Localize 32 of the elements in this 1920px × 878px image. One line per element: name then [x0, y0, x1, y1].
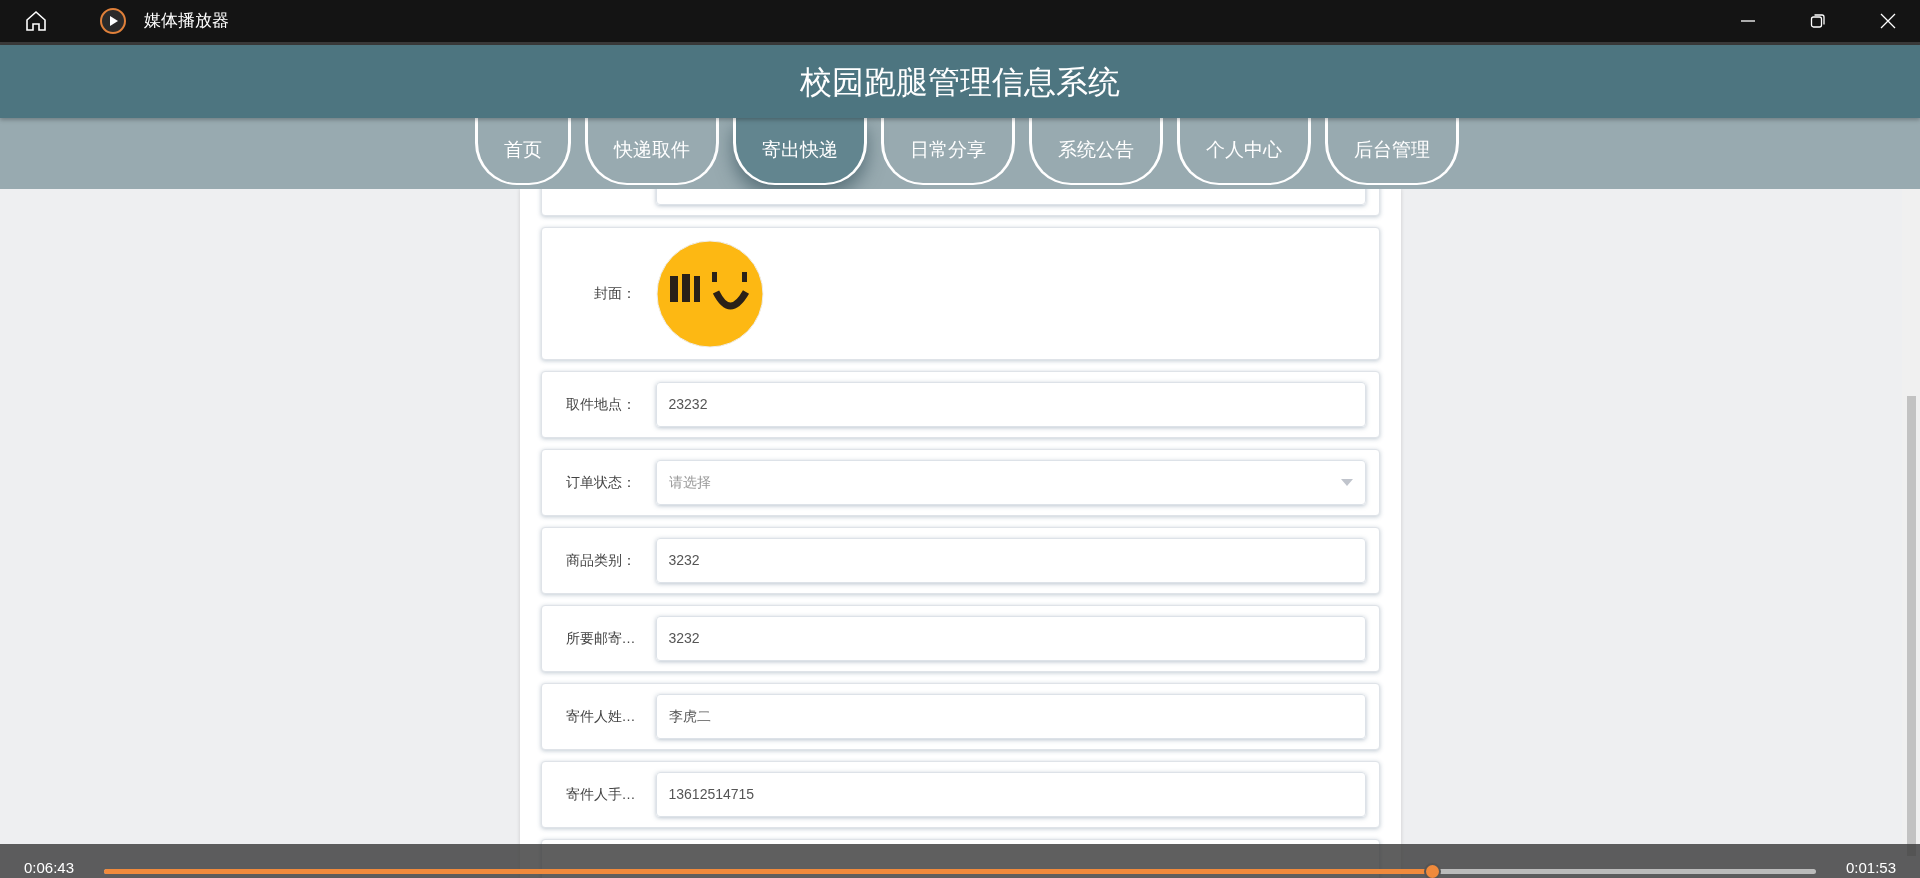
- elapsed-time: 0:06:43: [24, 857, 75, 878]
- home-icon[interactable]: [24, 9, 48, 33]
- select-field[interactable]: 请选择: [655, 460, 1366, 505]
- field-label: 取件地点：: [564, 395, 637, 414]
- field-label: 寄件人手…: [564, 785, 637, 804]
- input-field[interactable]: 23232: [655, 382, 1366, 427]
- play-icon: [100, 8, 126, 34]
- field-label: 所要邮寄…: [564, 629, 637, 648]
- input-field[interactable]: 李虎二: [655, 694, 1366, 739]
- progress-thumb[interactable]: [1424, 862, 1442, 878]
- nav-tab[interactable]: 个人中心: [1177, 118, 1311, 185]
- field-label: 封面：: [592, 284, 637, 303]
- caret-icon: [1340, 479, 1353, 486]
- nav-tab[interactable]: 后台管理: [1325, 118, 1459, 185]
- remaining-time: 0:01:53: [1845, 857, 1896, 878]
- nav-tab[interactable]: 系统公告: [1029, 118, 1163, 185]
- restore-icon[interactable]: [1810, 13, 1826, 29]
- nav-tab[interactable]: 寄出快递: [733, 118, 867, 185]
- input-field[interactable]: 13612514715: [655, 772, 1366, 817]
- site-title: 校园跑腿管理信息系统: [800, 62, 1120, 102]
- window-title: 媒体播放器: [144, 10, 229, 33]
- nav-tab[interactable]: 首页: [475, 118, 571, 185]
- field-label: 商品类别：: [564, 551, 637, 570]
- input-field[interactable]: 3232: [655, 616, 1366, 661]
- field-label: 寄件人姓…: [564, 707, 637, 726]
- progress-slider[interactable]: [104, 862, 1816, 878]
- progress-track[interactable]: [104, 868, 1816, 874]
- nav-tab[interactable]: 日常分享: [881, 118, 1015, 185]
- input-field[interactable]: 3232: [655, 538, 1366, 583]
- field-label: 订单状态：: [564, 473, 637, 492]
- nav-tab[interactable]: 快递取件: [585, 118, 719, 185]
- close-icon[interactable]: [1880, 13, 1896, 29]
